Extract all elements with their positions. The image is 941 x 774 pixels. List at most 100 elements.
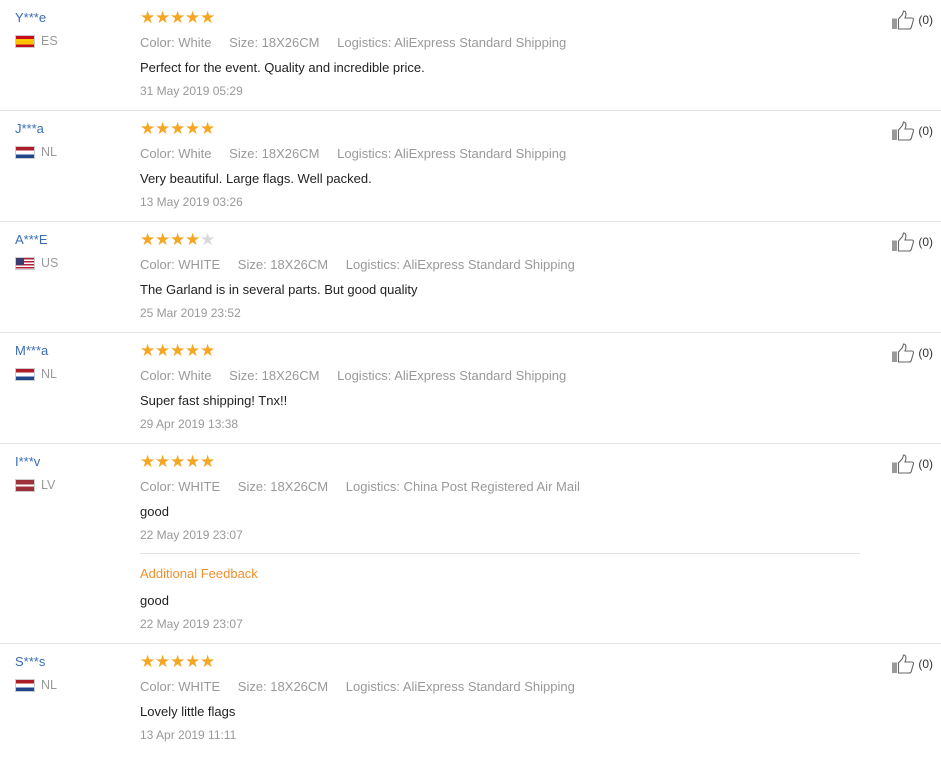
thumbs-up-icon [892,343,915,363]
star-icon: ★ [185,8,201,27]
reviewer-info: Y***e ES [15,9,58,48]
attr-color: Color: WHITE [140,679,221,694]
star-icon: ★ [185,230,201,249]
star-icon: ★ [200,652,216,671]
review-content: ★ ★ ★ ★ ★ Color: White Size: 18X26CM Logisti… [140,333,860,443]
country-flag-icon [15,367,35,381]
star-icon: ★ [140,341,156,360]
reviewer-country: ES [15,34,58,48]
like-button[interactable]: (0) [891,121,933,141]
reviewer-name: Y***e [15,10,47,25]
review-item-5: I***v LV ★ ★ ★ ★ ★ Color: WHITE Size: 18X26C… [0,444,941,644]
star-icon: ★ [170,119,186,138]
star-icon: ★ [155,452,171,471]
star-icon: ★ [170,341,186,360]
star-rating: ★ ★ ★ ★ ★ [140,230,860,249]
star-icon: ★ [185,119,201,138]
additional-feedback: Additional Feedback good 22 May 2019 23:… [140,553,860,633]
star-icon: ★ [200,230,216,249]
order-attributes: Color: White Size: 18X26CM Logistics: Al… [140,34,860,52]
reviewer-name: M***a [15,343,49,358]
reviewer-info: S***s NL [15,653,57,692]
additional-feedback-date: 22 May 2019 23:07 [140,617,243,631]
star-icon: ★ [170,452,186,471]
country-code: ES [41,34,58,48]
star-icon: ★ [170,652,186,671]
order-attributes: Color: WHITE Size: 18X26CM Logistics: Al… [140,256,860,274]
star-icon: ★ [140,119,156,138]
star-icon: ★ [140,452,156,471]
reviewer-country: LV [15,478,55,492]
attr-size: Size: 18X26CM [229,368,320,383]
like-count: (0) [918,657,933,671]
attr-logistics: Logistics: AliExpress Standard Shipping [337,146,567,161]
attr-size: Size: 18X26CM [229,35,320,50]
star-icon: ★ [200,452,216,471]
review-content: ★ ★ ★ ★ ★ Color: White Size: 18X26CM Logisti… [140,0,860,110]
star-rating: ★ ★ ★ ★ ★ [140,652,860,671]
star-rating: ★ ★ ★ ★ ★ [140,119,860,138]
review-item-1: Y***e ES ★ ★ ★ ★ ★ Color: White Size: 18X26C… [0,0,941,111]
review-text: good [140,504,169,519]
attr-size: Size: 18X26CM [229,146,320,161]
star-icon: ★ [155,119,171,138]
country-code: LV [41,478,56,492]
star-icon: ★ [200,119,216,138]
country-flag-icon [15,478,35,492]
reviewer-country: US [15,256,58,270]
thumbs-up-icon [892,232,915,252]
review-item-3: A***E US ★ ★ ★ ★ ★ Color: WHITE Size: 18X26C… [0,222,941,333]
review-text: Super fast shipping! Tnx!! [140,393,288,408]
like-button[interactable]: (0) [891,343,933,363]
attr-color: Color: White [140,368,212,383]
order-attributes: Color: WHITE Size: 18X26CM Logistics: Al… [140,678,860,696]
attr-logistics: Logistics: AliExpress Standard Shipping [345,679,575,694]
thumbs-up-icon [892,10,915,30]
review-content: ★ ★ ★ ★ ★ Color: White Size: 18X26CM Logisti… [140,111,860,221]
star-icon: ★ [200,341,216,360]
like-button[interactable]: (0) [891,654,933,674]
country-flag-icon [15,145,35,159]
review-date: 13 May 2019 03:26 [140,195,243,209]
like-count: (0) [918,457,933,471]
thumbs-up-icon [892,454,915,474]
reviewer-name: I***v [15,454,41,469]
attr-size: Size: 18X26CM [237,257,329,272]
star-icon: ★ [140,652,156,671]
review-date: 13 Apr 2019 11:11 [140,728,237,742]
review-text: The Garland is in several parts. But goo… [140,282,418,297]
like-button[interactable]: (0) [891,232,933,252]
star-icon: ★ [155,8,171,27]
star-icon: ★ [185,341,201,360]
like-button[interactable]: (0) [891,454,933,474]
country-code: NL [41,367,57,381]
attr-logistics: Logistics: AliExpress Standard Shipping [337,368,567,383]
star-rating: ★ ★ ★ ★ ★ [140,8,860,27]
review-content: ★ ★ ★ ★ ★ Color: WHITE Size: 18X26CM Logisti… [140,222,860,332]
review-text: Lovely little flags [140,704,236,719]
reviewer-name: S***s [15,654,46,669]
reviewer-info: A***E US [15,231,58,270]
star-icon: ★ [170,230,186,249]
star-icon: ★ [155,341,171,360]
star-icon: ★ [170,8,186,27]
order-attributes: Color: WHITE Size: 18X26CM Logistics: Ch… [140,478,860,496]
attr-color: Color: White [140,35,212,50]
reviewer-info: M***a NL [15,342,57,381]
review-date: 22 May 2019 23:07 [140,528,243,542]
star-icon: ★ [140,230,156,249]
reviewer-country: NL [15,367,57,381]
country-flag-icon [15,256,35,270]
star-icon: ★ [155,230,171,249]
review-text: Very beautiful. Large flags. Well packed… [140,171,372,186]
reviewer-name: A***E [15,232,48,247]
thumbs-up-icon [892,121,915,141]
country-code: NL [41,145,57,159]
like-count: (0) [918,346,933,360]
star-rating: ★ ★ ★ ★ ★ [140,452,860,471]
review-item-6: S***s NL ★ ★ ★ ★ ★ Color: WHITE Size: 18X26C… [0,644,941,754]
country-code: US [41,256,59,270]
review-content: ★ ★ ★ ★ ★ Color: WHITE Size: 18X26CM Logisti… [140,644,860,754]
star-icon: ★ [155,652,171,671]
like-button[interactable]: (0) [891,10,933,30]
